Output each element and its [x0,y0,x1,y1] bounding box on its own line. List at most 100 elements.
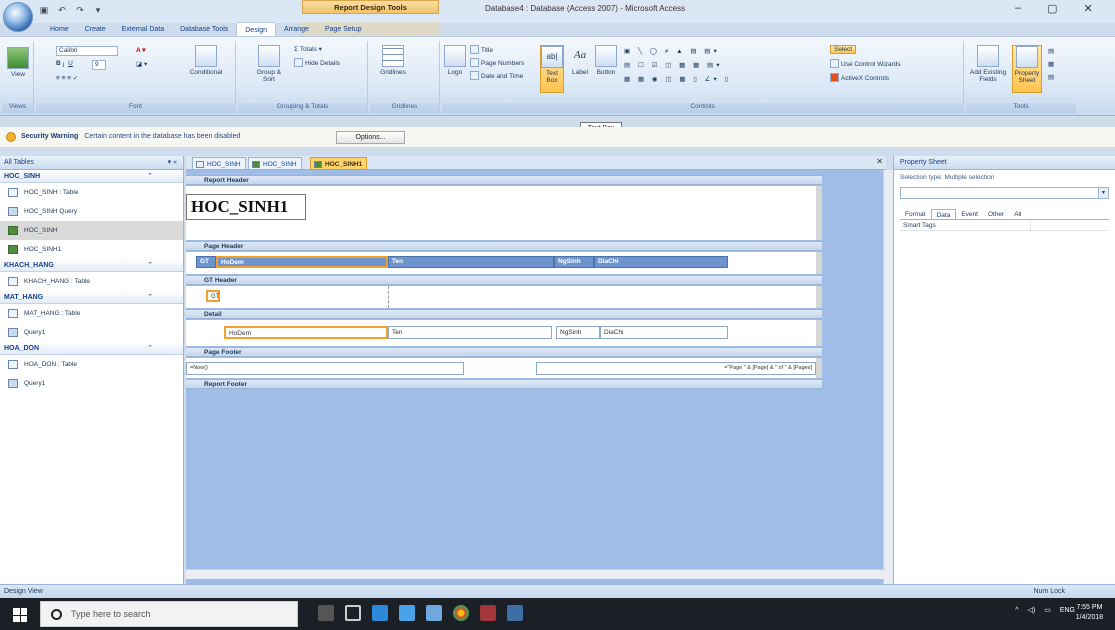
maximize-button[interactable]: ▢ [1047,2,1057,15]
nav-item[interactable]: Query1 [0,374,183,393]
view-button[interactable]: View [7,47,29,78]
font-color-icon[interactable]: A ▾ [136,46,146,54]
property-value[interactable] [1030,220,1107,230]
network-icon[interactable]: ▭ [1044,606,1051,614]
date-time-button[interactable]: Date and Time [470,71,523,80]
save-icon[interactable]: ▣ [38,4,50,16]
tab-design[interactable]: Design [236,22,277,37]
nav-item[interactable]: HOA_DON : Table [0,355,183,374]
font-name-box[interactable]: Calibri [56,46,118,56]
header-cell-ngsinh[interactable]: NgSinh [554,256,594,268]
header-cell-ten[interactable]: Ten [388,256,554,268]
clock[interactable]: 7:55 PM 1/4/2018 [1076,603,1103,623]
close-button[interactable]: ✕ [1084,2,1093,15]
collapse-icon[interactable]: ⌃ [147,259,153,272]
mic-icon[interactable] [318,605,334,621]
nav-group-header[interactable]: MAT_HANG ⌃ [0,291,183,304]
access-icon[interactable] [480,605,496,621]
detail-field-ngsinh[interactable]: NgSinh [556,326,600,339]
text-box-button[interactable]: ab| Text Box [540,45,564,93]
vertical-scrollbar[interactable] [883,170,893,584]
nav-item[interactable]: HOC_SINH : Table [0,183,183,202]
tools-small-icons[interactable]: ▤ ▦ ▤ [1048,45,1054,84]
controls-gallery-row1[interactable]: ▣ ╲ ◯ ≠ ▲ ▤ ▤▾ [624,47,720,55]
tab-create[interactable]: Create [77,22,114,37]
page-numbers-button[interactable]: Page Numbers [470,58,524,67]
prop-tab-data[interactable]: Data [930,209,957,219]
fill-color-icon[interactable]: ◪ ▾ [136,60,147,68]
selection-dropdown[interactable]: ▾ [900,187,1109,199]
prop-tab-format[interactable]: Format [900,209,931,219]
prop-tab-all[interactable]: All [1009,209,1026,219]
nav-group-header[interactable]: KHACH_HANG ⌃ [0,259,183,272]
tab-home[interactable]: Home [42,22,77,37]
property-sheet-button[interactable]: Property Sheet [1012,45,1042,93]
file-explorer-icon[interactable] [372,605,388,621]
nav-item[interactable]: KHACH_HANG : Table [0,272,183,291]
app-icon[interactable] [426,605,442,621]
app-icon-2[interactable] [507,605,523,621]
collapse-icon[interactable]: ⌃ [147,291,153,304]
group-sort-button[interactable]: Group & Sort [254,45,284,83]
tab-database-tools[interactable]: Database Tools [172,22,236,37]
nav-item[interactable]: Query1 [0,323,183,342]
button-button[interactable]: Button [594,45,618,76]
activex-button[interactable]: ActiveX Controls [830,73,889,82]
chevron-down-icon[interactable]: ▾ [1098,188,1108,198]
options-button[interactable]: Options... [336,131,405,144]
property-row[interactable]: Smart Tags [900,220,1109,231]
windows-start-icon[interactable] [13,608,27,622]
nav-header[interactable]: All Tables ▾ « [0,156,183,170]
nav-group-header[interactable]: HOA_DON ⌃ [0,342,183,355]
qat-customize-icon[interactable]: ▾ [92,4,104,16]
taskbar-search[interactable]: Type here to search [40,601,298,627]
language[interactable]: ENG [1060,607,1075,614]
tab-arrange[interactable]: Arrange [276,22,317,37]
label-button[interactable]: Aa Label [568,45,592,76]
close-doc-icon[interactable]: ✕ [876,157,883,166]
align-buttons[interactable]: ≡ ≡ ≡ ✓ [56,74,78,82]
section-page-footer[interactable]: Page Footer [186,347,822,357]
collapse-icon[interactable]: ⌃ [147,170,153,183]
doc-tab-hoc-sinh-query[interactable]: HOC_SINH [192,157,246,170]
footer-page-field[interactable]: ="Page " & [Page] & " of " & [Pages] [536,362,816,375]
detail-field-ten[interactable]: Ten [388,326,552,339]
redo-icon[interactable]: ↷ [74,4,86,16]
bold-italic-underline[interactable]: B I U [56,60,73,71]
nav-item[interactable]: MAT_HANG : Table [0,304,183,323]
doc-tab-hoc-sinh-report[interactable]: HOC_SINH [248,157,302,170]
prop-tab-event[interactable]: Event [956,209,983,219]
footer-now-field[interactable]: =Now() [186,362,464,375]
horizontal-scrollbar[interactable] [186,569,886,579]
section-detail[interactable]: Detail [186,309,822,319]
undo-icon[interactable]: ↶ [56,4,68,16]
task-view-icon[interactable] [345,605,361,621]
tab-external-data[interactable]: External Data [114,22,172,37]
header-cell-diachi[interactable]: DiaChi [594,256,728,268]
nav-item[interactable]: HOC_SINH Query [0,202,183,221]
doc-tab-hoc-sinh1[interactable]: HOC_SINH1 [310,157,368,170]
volume-icon[interactable]: ◁) [1027,606,1035,614]
section-page-header[interactable]: Page Header [186,241,822,251]
controls-gallery-row2[interactable]: ▤ ☐ ☑ ◫ ▦ ▦ ▤▾ [624,61,722,69]
nav-group-header[interactable]: HOC_SINH ⌃ [0,170,183,183]
report-title[interactable]: HOC_SINH1 [186,194,306,220]
conditional-button[interactable]: Conditional [186,45,226,76]
add-fields-button[interactable]: Add Existing Fields [968,45,1008,83]
nav-item[interactable]: HOC_SINH [0,221,183,240]
hide-details-button[interactable]: Hide Details [294,58,340,67]
use-wizards-button[interactable]: Use Control Wizards [830,59,901,68]
store-icon[interactable] [399,605,415,621]
chevron-down-icon[interactable]: ▾ « [168,156,177,170]
section-report-footer[interactable]: Report Footer [186,379,822,389]
office-button[interactable] [3,2,33,32]
tab-page-setup[interactable]: Page Setup [317,22,370,37]
detail-field-diachi[interactable]: DiaChi [600,326,728,339]
title-button[interactable]: Title [470,45,493,54]
gt-field[interactable]: GT [206,290,220,302]
collapse-icon[interactable]: ⌃ [147,342,153,355]
header-cell-hodem[interactable]: HoDem [216,256,388,268]
gridlines-button[interactable]: Gridlines [378,45,408,76]
minimize-button[interactable]: – [1015,2,1021,15]
prop-tab-other[interactable]: Other [983,209,1009,219]
